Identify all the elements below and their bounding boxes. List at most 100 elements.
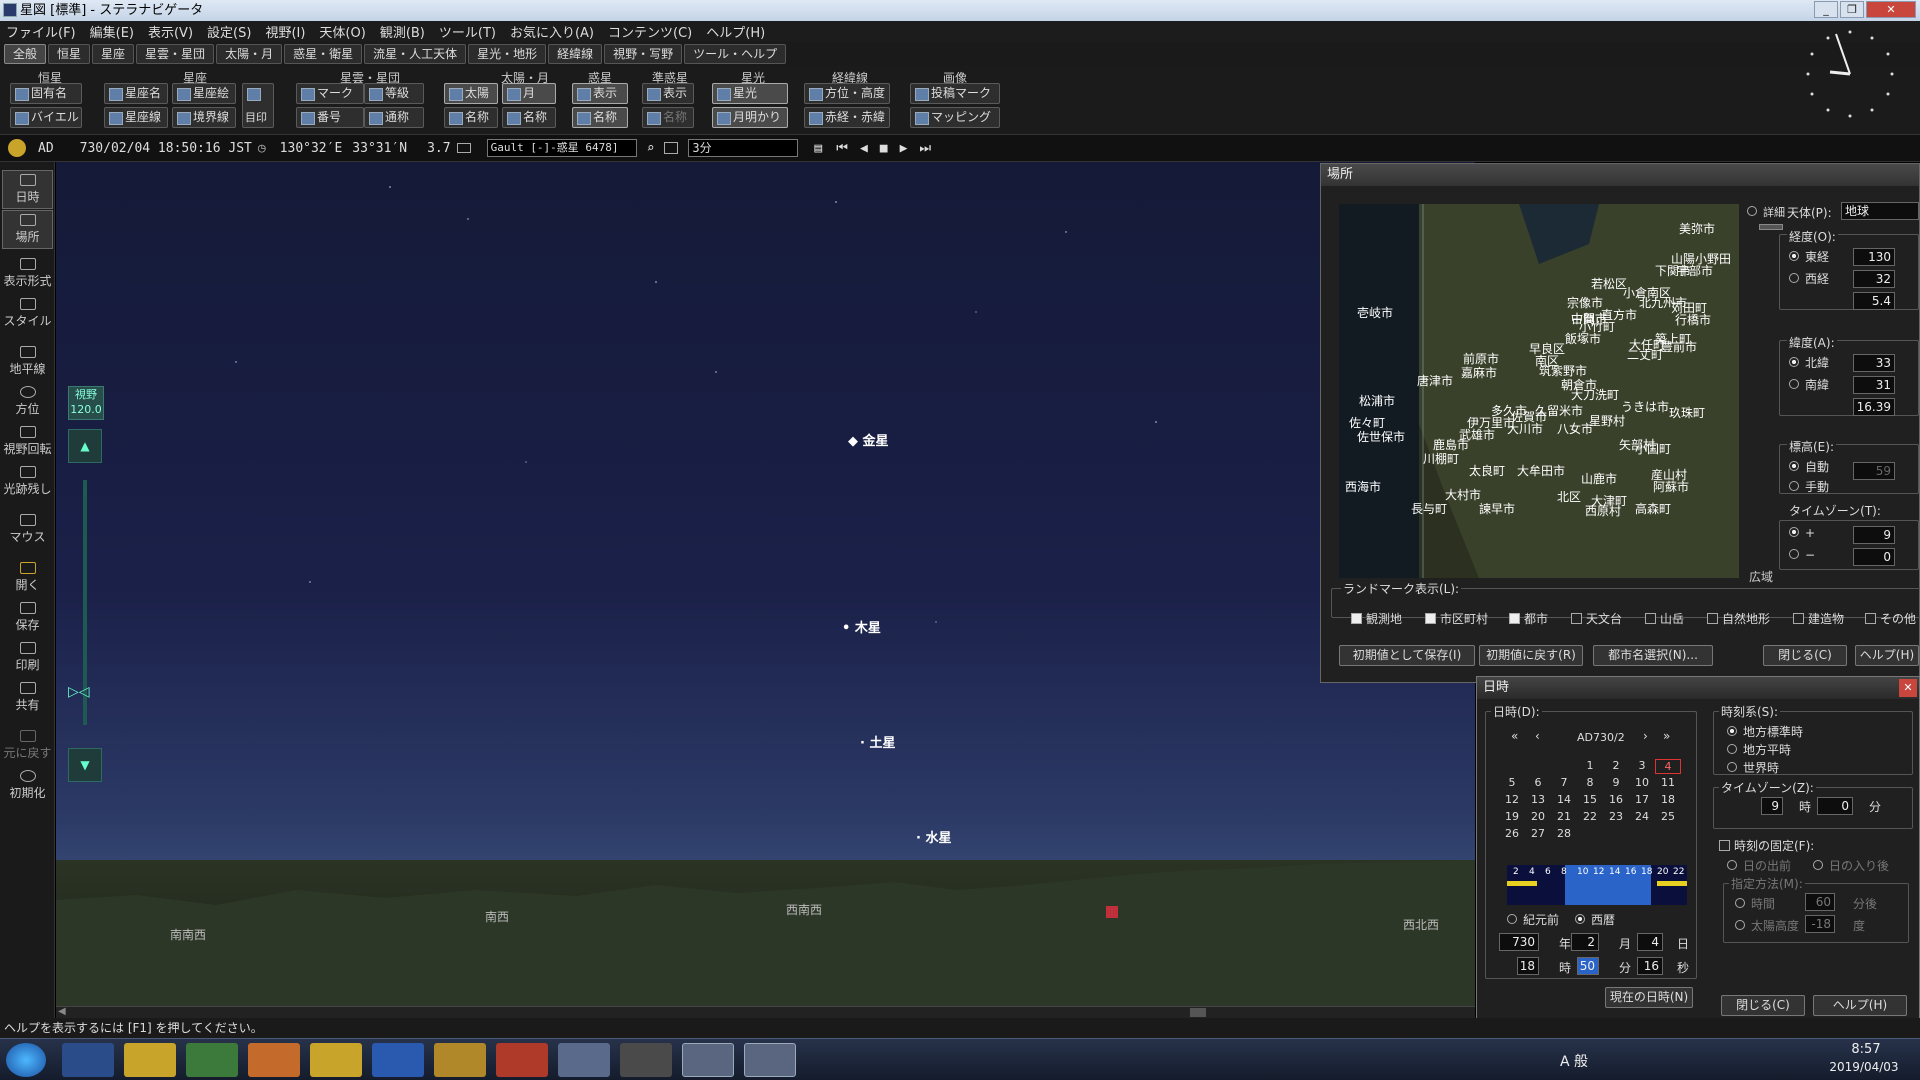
dw-tz-minutes[interactable]: 0 (1817, 797, 1853, 815)
mark-button[interactable]: マーク (296, 83, 364, 104)
alt-auto-radio[interactable]: 自動 (1789, 458, 1829, 475)
after-sunset-radio[interactable]: 日の入り後 (1813, 857, 1889, 874)
body-select[interactable]: 地球 (1841, 202, 1919, 220)
calendar-day[interactable]: 9 (1603, 776, 1629, 789)
display-mode-button[interactable]: 表示形式 (2, 258, 53, 289)
clock-date[interactable]: 2019/04/03 (1824, 1060, 1904, 1074)
place-close-button[interactable]: 閉じる(C) (1763, 645, 1847, 666)
calendar-day[interactable]: 20 (1525, 810, 1551, 823)
calendar-day[interactable]: 25 (1655, 810, 1681, 823)
tab-sun-moon[interactable]: 太陽・月 (216, 44, 283, 64)
planet-mercury[interactable]: · 水星 (916, 827, 951, 846)
sun-marker[interactable] (1106, 906, 1118, 918)
step-select[interactable]: 3分 (688, 139, 799, 157)
tz-plus-radio[interactable]: + (1789, 526, 1815, 540)
clock-time[interactable]: 8:57 (1836, 1042, 1896, 1057)
calendar-day[interactable]: 16 (1603, 793, 1629, 806)
minute-input[interactable]: 50 (1577, 957, 1599, 975)
tab-planets[interactable]: 惑星・衛星 (284, 44, 363, 64)
restore-button[interactable]: ❐ (1840, 1, 1864, 18)
boundary-button[interactable]: 境界線 (172, 107, 236, 128)
fov-indicator[interactable]: 視野 120.0 (68, 386, 104, 420)
now-button[interactable]: 現在の日時(N) (1605, 987, 1693, 1008)
spec-alt-input[interactable]: -18 (1805, 915, 1835, 933)
landmark-observatory-checkbox[interactable]: 天文台 (1571, 610, 1622, 627)
latitude-min[interactable]: 31 (1853, 376, 1895, 394)
calendar-day[interactable]: 14 (1551, 793, 1577, 806)
south-radio[interactable]: 南緯 (1789, 376, 1829, 393)
scroll-left-icon[interactable]: ◀ (58, 1006, 66, 1017)
stellanavigator-icon[interactable] (682, 1043, 734, 1077)
planet-show-button[interactable]: 表示 (572, 83, 628, 104)
latitude-sec[interactable]: 16.39 (1853, 398, 1895, 416)
datetime-button[interactable]: 日時 (2, 170, 53, 209)
tz-minus-radio[interactable]: − (1789, 548, 1815, 562)
menu-settings[interactable]: 設定(S) (207, 22, 251, 41)
app-tool-icon[interactable] (620, 1043, 672, 1077)
zoom-slider-thumb[interactable]: ▷◁ (68, 684, 90, 700)
save-default-button[interactable]: 初期値として保存(I) (1339, 645, 1475, 666)
sun-button[interactable]: 太陽 (444, 83, 498, 104)
save-button[interactable]: 保存 (2, 602, 53, 633)
longitude-sec[interactable]: 5.4 (1853, 292, 1895, 310)
latitude-display[interactable]: 33°31′N (352, 141, 407, 156)
calendar-day[interactable]: 1 (1577, 759, 1603, 772)
calendar-day[interactable]: 15 (1577, 793, 1603, 806)
before-sunrise-radio[interactable]: 日の出前 (1727, 857, 1791, 874)
dwarf-show-button[interactable]: 表示 (642, 83, 694, 104)
location-map[interactable]: 美弥市 山陽小野田 宇部市 下関市 若松区 小倉南区 北九州市 宗像市 中間市 苅田町 行橋市 古賀市… (1339, 204, 1739, 578)
asi2-icon[interactable] (434, 1043, 486, 1077)
planet-venus[interactable]: ◆ 金星 (848, 430, 889, 449)
calendar-day[interactable]: 19 (1499, 810, 1525, 823)
local-standard-radio[interactable]: 地方標準時 (1727, 723, 1803, 740)
planet-saturn[interactable]: · 土星 (860, 732, 895, 751)
mouse-button[interactable]: マウス (2, 514, 53, 545)
calendar-day[interactable]: 26 (1499, 827, 1525, 840)
calculator-icon[interactable] (558, 1043, 610, 1077)
rotate-view-button[interactable]: 視野回転 (2, 426, 53, 457)
moon-button[interactable]: 月 (502, 83, 556, 104)
step-icon[interactable]: ▤ (814, 141, 822, 156)
menu-tools[interactable]: ツール(T) (439, 22, 496, 41)
tab-stars[interactable]: 恒星 (48, 44, 91, 64)
zoom-in-button[interactable]: ▲ (68, 429, 102, 463)
back-icon[interactable]: ◀ (860, 141, 868, 156)
catalog-select[interactable]: Gault [-]-惑星 6478] (486, 139, 637, 157)
spec-time-input[interactable]: 60 (1805, 893, 1835, 911)
mail-icon[interactable] (310, 1043, 362, 1077)
calendar-day[interactable]: 28 (1551, 827, 1577, 840)
constellation-art-button[interactable]: 星座絵 (172, 83, 236, 104)
datetime-display[interactable]: 730/02/04 18:50:16 JST (80, 141, 252, 156)
list-icon[interactable] (664, 142, 679, 154)
month-input[interactable]: 2 (1571, 933, 1599, 951)
time-icon[interactable] (8, 139, 26, 157)
longitude-deg[interactable]: 130 (1853, 248, 1895, 266)
bc-radio[interactable]: 紀元前 (1507, 911, 1559, 928)
azimuth-altitude-button[interactable]: 方位・高度 (804, 83, 890, 104)
undo-button[interactable]: 元に戻す (2, 730, 53, 761)
forward-icon[interactable]: ▶ (900, 141, 908, 156)
post-mark-button[interactable]: 投稿マーク (910, 83, 1000, 104)
universal-time-radio[interactable]: 世界時 (1727, 759, 1779, 776)
zoom-out-button[interactable]: ▼ (68, 748, 102, 782)
datetime-close-icon[interactable]: ✕ (1899, 679, 1917, 697)
landmark-other-checkbox[interactable]: その他 (1865, 610, 1916, 627)
planet-name-button[interactable]: 名称 (572, 107, 628, 128)
ad-radio[interactable]: 西暦 (1575, 911, 1615, 928)
sun-name-button[interactable]: 名称 (444, 107, 498, 128)
calendar-day[interactable]: 5 (1499, 776, 1525, 789)
prev-year-icon[interactable]: « (1511, 729, 1518, 743)
alt-manual-radio[interactable]: 手動 (1789, 478, 1829, 495)
calendar-day[interactable]: 24 (1629, 810, 1655, 823)
place-button[interactable]: 場所 (2, 210, 53, 249)
scroll-thumb[interactable] (1190, 1008, 1206, 1017)
calendar-day[interactable]: 17 (1629, 793, 1655, 806)
tab-gridlines[interactable]: 経緯線 (548, 44, 603, 64)
datetime-close-button[interactable]: 閉じる(C) (1721, 995, 1805, 1016)
calendar-day[interactable]: 23 (1603, 810, 1629, 823)
calendar-day[interactable]: 27 (1525, 827, 1551, 840)
calendar-day[interactable]: 4 (1655, 759, 1681, 774)
direction-button[interactable]: 方位 (2, 386, 53, 417)
tab-general[interactable]: 全般 (4, 44, 47, 64)
day-input[interactable]: 4 (1637, 933, 1663, 951)
